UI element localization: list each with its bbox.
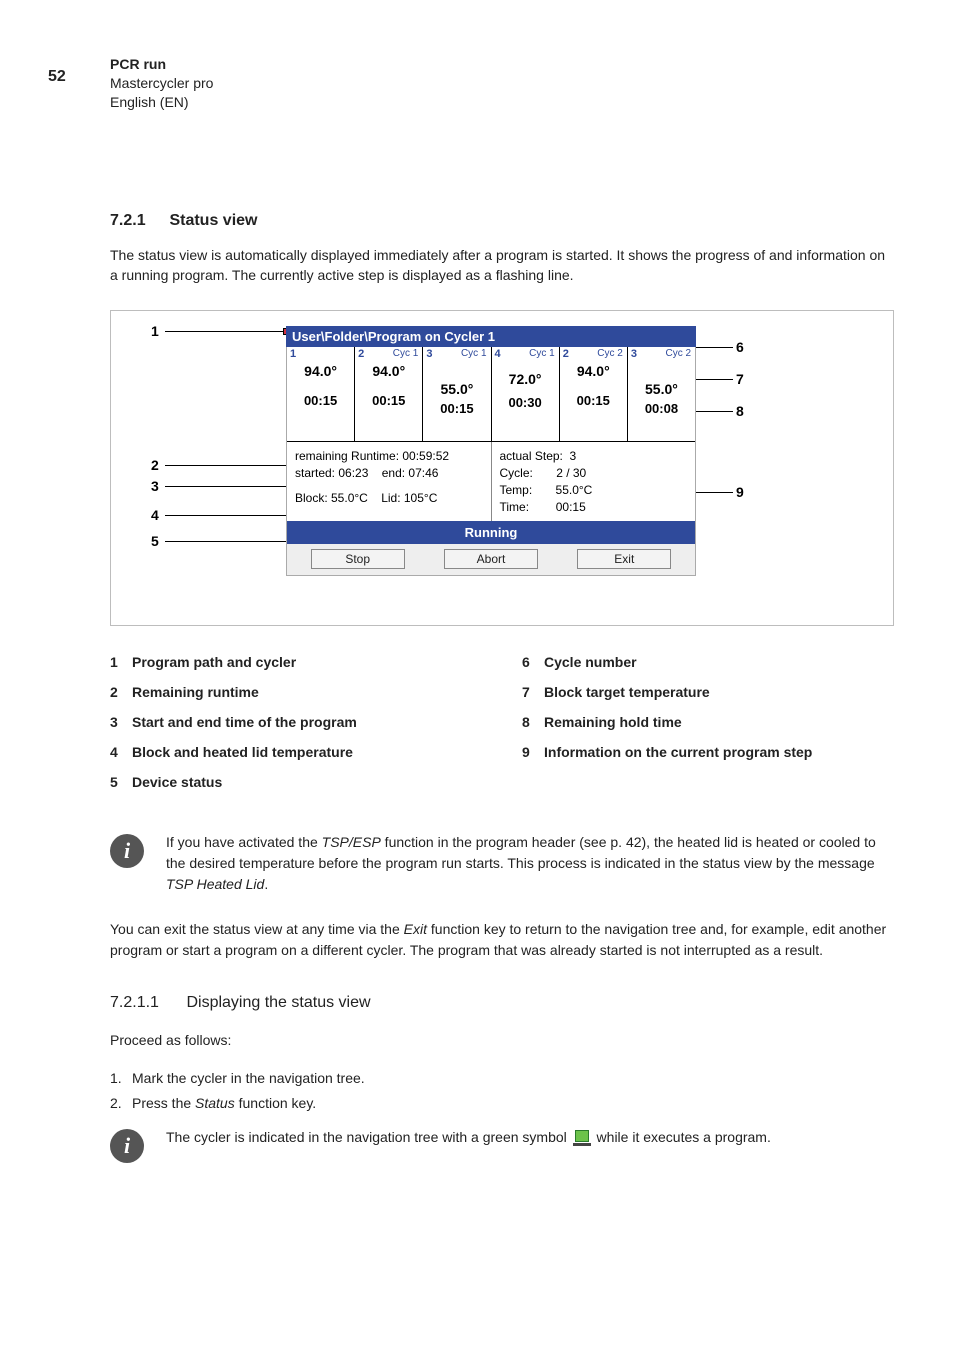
cycler-running-icon: [573, 1130, 591, 1146]
exit-button[interactable]: Exit: [577, 549, 671, 569]
callout-1: 1: [151, 323, 159, 339]
info-row: remaining Runtime: 00:59:52 started: 06:…: [287, 442, 695, 521]
step-time: 00:15: [560, 393, 627, 408]
device-status: Running: [287, 521, 695, 544]
info-icon: i: [110, 1129, 144, 1163]
program-step: 3 Cyc 2 55.0° 00:08: [628, 347, 695, 441]
running-header: PCR run Mastercycler pro English (EN): [110, 55, 894, 112]
subsection-heading: 7.2.1.1 Displaying the status view: [110, 994, 894, 1012]
legend-left: 1Program path and cycler 2Remaining runt…: [110, 654, 482, 804]
callout-line: [165, 465, 291, 466]
callout-line: [165, 486, 291, 487]
section-title: Status view: [169, 212, 257, 229]
abort-button[interactable]: Abort: [444, 549, 538, 569]
callout-7: 7: [736, 371, 744, 387]
step-time: 00:08: [628, 401, 695, 416]
callout-8: 8: [736, 403, 744, 419]
figure-frame: 1 2 3 4 5 6 7 8 9 User\Folder\Program on…: [110, 310, 894, 626]
callout-9: 9: [736, 484, 744, 500]
program-step: 4 Cyc 1 72.0° 00:30: [492, 347, 560, 441]
info-left: remaining Runtime: 00:59:52 started: 06:…: [287, 442, 491, 521]
info-icon: i: [110, 834, 144, 868]
callout-line: [165, 515, 291, 516]
callout-5: 5: [151, 533, 159, 549]
subsection-title: Displaying the status view: [186, 994, 370, 1011]
step-temp: 55.0°: [423, 381, 490, 397]
screenshot-body: 1 94.0° 00:15 2 Cyc 1 94.0° 00:15 3 Cyc …: [286, 347, 696, 576]
step-temp: 94.0°: [560, 363, 627, 379]
exit-paragraph: You can exit the status view at any time…: [110, 919, 894, 960]
section-heading: 7.2.1 Status view: [110, 212, 894, 230]
button-row: Stop Abort Exit: [287, 544, 695, 575]
intro-paragraph: The status view is automatically display…: [110, 245, 894, 286]
start-end-time: started: 06:23 end: 07:46: [295, 465, 483, 482]
info-note-2: i The cycler is indicated in the navigat…: [110, 1127, 894, 1163]
step-time: 00:15: [355, 393, 422, 408]
callout-line: [165, 331, 283, 332]
program-step: 2 Cyc 1 94.0° 00:15: [355, 347, 423, 441]
subsection-number: 7.2.1.1: [110, 994, 182, 1012]
header-subtitle: Mastercycler pro: [110, 74, 894, 93]
page: 52 PCR run Mastercycler pro English (EN)…: [0, 0, 954, 1223]
callout-2: 2: [151, 457, 159, 473]
callout-line: [165, 541, 291, 542]
legend-right: 6Cycle number 7Block target temperature …: [522, 654, 894, 804]
note-text: The cycler is indicated in the navigatio…: [166, 1127, 771, 1163]
list-item: 2. Press the Status function key.: [110, 1091, 894, 1116]
step-time: 00:15: [287, 393, 354, 408]
step-temp: 55.0°: [628, 381, 695, 397]
note-text: If you have activated the TSP/ESP functi…: [166, 832, 894, 895]
list-item: 1.Mark the cycler in the navigation tree…: [110, 1066, 894, 1091]
program-step: 3 Cyc 1 55.0° 00:15: [423, 347, 491, 441]
callout-line: [693, 379, 733, 380]
procedure-list: 1.Mark the cycler in the navigation tree…: [110, 1066, 894, 1116]
page-number: 52: [48, 68, 66, 86]
stop-button[interactable]: Stop: [311, 549, 405, 569]
figure-legend: 1Program path and cycler 2Remaining runt…: [110, 654, 894, 804]
remaining-runtime: remaining Runtime: 00:59:52: [295, 448, 483, 465]
step-time: 00:30: [492, 395, 559, 410]
step-temp: 72.0°: [492, 371, 559, 387]
program-step: 1 94.0° 00:15: [287, 347, 355, 441]
callout-line: [693, 411, 733, 412]
screenshot: User\Folder\Program on Cycler 1 1 94.0° …: [286, 326, 696, 576]
step-time: 00:15: [423, 401, 490, 416]
program-step: 2 Cyc 2 94.0° 00:15: [560, 347, 628, 441]
block-lid-temp: Block: 55.0°C Lid: 105°C: [295, 490, 483, 507]
callout-6: 6: [736, 339, 744, 355]
callout-4: 4: [151, 507, 159, 523]
program-path-title: User\Folder\Program on Cycler 1: [286, 326, 696, 347]
callout-3: 3: [151, 478, 159, 494]
step-temp: 94.0°: [355, 363, 422, 379]
section-number: 7.2.1: [110, 212, 165, 230]
header-title: PCR run: [110, 55, 894, 74]
info-note-1: i If you have activated the TSP/ESP func…: [110, 832, 894, 895]
proceed-text: Proceed as follows:: [110, 1030, 894, 1050]
step-temp: 94.0°: [287, 363, 354, 379]
steps-row: 1 94.0° 00:15 2 Cyc 1 94.0° 00:15 3 Cyc …: [287, 347, 695, 442]
header-lang: English (EN): [110, 93, 894, 112]
info-right: actual Step: 3 Cycle: 2 / 30 Temp: 55.0°…: [491, 442, 696, 521]
